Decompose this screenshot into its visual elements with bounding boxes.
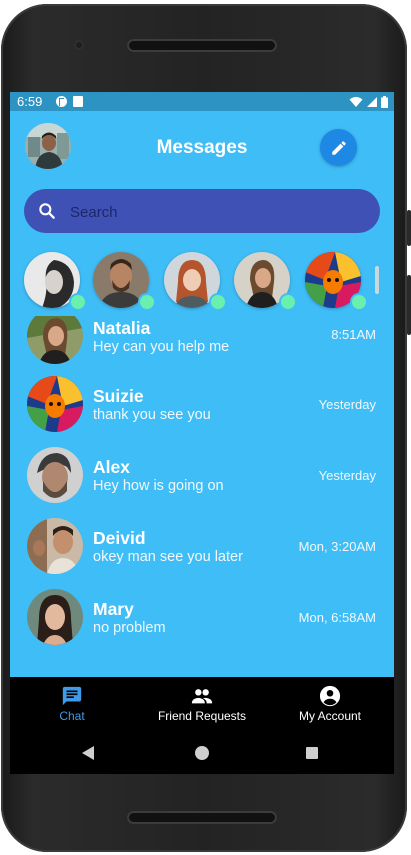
- side-button-volume: [407, 275, 411, 335]
- chat-name: Suizie: [93, 386, 144, 406]
- chat-avatar: [27, 447, 83, 503]
- side-button-upper: [407, 210, 411, 246]
- signal-icon: [367, 96, 377, 107]
- search-icon: [39, 203, 55, 219]
- nav-tab-chat[interactable]: Chat: [34, 677, 110, 732]
- status-bar: 6:59: [10, 92, 394, 111]
- chat-avatar: [27, 376, 83, 432]
- chat-avatar: [27, 589, 83, 645]
- stories-row: [24, 252, 394, 311]
- chat-icon: [62, 686, 82, 706]
- chat-message-preview: no problem: [93, 620, 166, 636]
- app-header: Messages: [10, 111, 394, 181]
- system-navigation-bar: [10, 732, 394, 774]
- search-bar[interactable]: [24, 189, 380, 233]
- wifi-icon: [349, 96, 363, 107]
- chat-name: Mary: [93, 599, 134, 619]
- chat-row-alex[interactable]: Alex Hey how is going on Yesterday: [10, 447, 394, 518]
- account-circle-icon: [319, 685, 341, 707]
- nav-label-friend-requests: Friend Requests: [157, 709, 247, 723]
- compose-button[interactable]: [320, 129, 357, 166]
- online-indicator: [350, 293, 368, 311]
- chat-timestamp: 8:51AM: [331, 327, 376, 342]
- chat-list: Natalia Hey can you help me 8:51AM Suizi…: [10, 316, 394, 676]
- chat-message-preview: Hey can you help me: [93, 339, 230, 355]
- home-icon[interactable]: [195, 746, 209, 760]
- top-speaker: [127, 39, 277, 52]
- online-indicator: [69, 293, 87, 311]
- chat-timestamp: Mon, 3:20AM: [298, 539, 376, 554]
- chat-message-preview: Hey how is going on: [93, 478, 224, 494]
- pencil-icon: [331, 140, 346, 155]
- back-icon[interactable]: [82, 746, 94, 760]
- sd-card-icon: [73, 96, 83, 107]
- bottom-navigation: Chat Friend Requests My Account: [10, 677, 394, 732]
- chat-name: Alex: [93, 457, 130, 477]
- front-camera: [74, 40, 84, 50]
- nav-tab-my-account[interactable]: My Account: [290, 677, 370, 732]
- nav-label-chat: Chat: [59, 709, 85, 723]
- chat-name: Natalia: [93, 318, 151, 338]
- online-indicator: [279, 293, 297, 311]
- status-time: 6:59: [17, 94, 43, 109]
- chat-timestamp: Yesterday: [318, 468, 376, 483]
- chat-avatar: [27, 518, 83, 574]
- bottom-speaker: [127, 811, 277, 824]
- battery-icon: [381, 95, 388, 108]
- nav-label-my-account: My Account: [298, 709, 362, 723]
- chat-row-natalia[interactable]: Natalia Hey can you help me 8:51AM: [10, 316, 394, 379]
- chat-message-preview: thank you see you: [93, 407, 211, 423]
- chat-row-suizie[interactable]: Suizie thank you see you Yesterday: [10, 376, 394, 447]
- chat-timestamp: Mon, 6:58AM: [298, 610, 376, 625]
- online-indicator: [138, 293, 156, 311]
- app-screen: 6:59 Messages Search Natalia Hey can you…: [10, 92, 394, 774]
- phone-frame: 6:59 Messages Search Natalia Hey can you…: [0, 0, 411, 855]
- search-input[interactable]: [68, 199, 362, 225]
- story-partial-avatar: [375, 266, 379, 294]
- recent-apps-icon[interactable]: [306, 747, 318, 759]
- online-indicator: [209, 293, 227, 311]
- chat-avatar: [27, 316, 83, 364]
- people-icon: [191, 689, 213, 704]
- notification-app-icon: [56, 96, 67, 107]
- chat-row-deivid[interactable]: Deivid okey man see you later Mon, 3:20A…: [10, 518, 394, 589]
- chat-name: Deivid: [93, 528, 146, 548]
- nav-tab-friend-requests[interactable]: Friend Requests: [146, 677, 258, 732]
- chat-timestamp: Yesterday: [318, 397, 376, 412]
- chat-message-preview: okey man see you later: [93, 549, 243, 565]
- chat-row-mary[interactable]: Mary no problem Mon, 6:58AM: [10, 589, 394, 660]
